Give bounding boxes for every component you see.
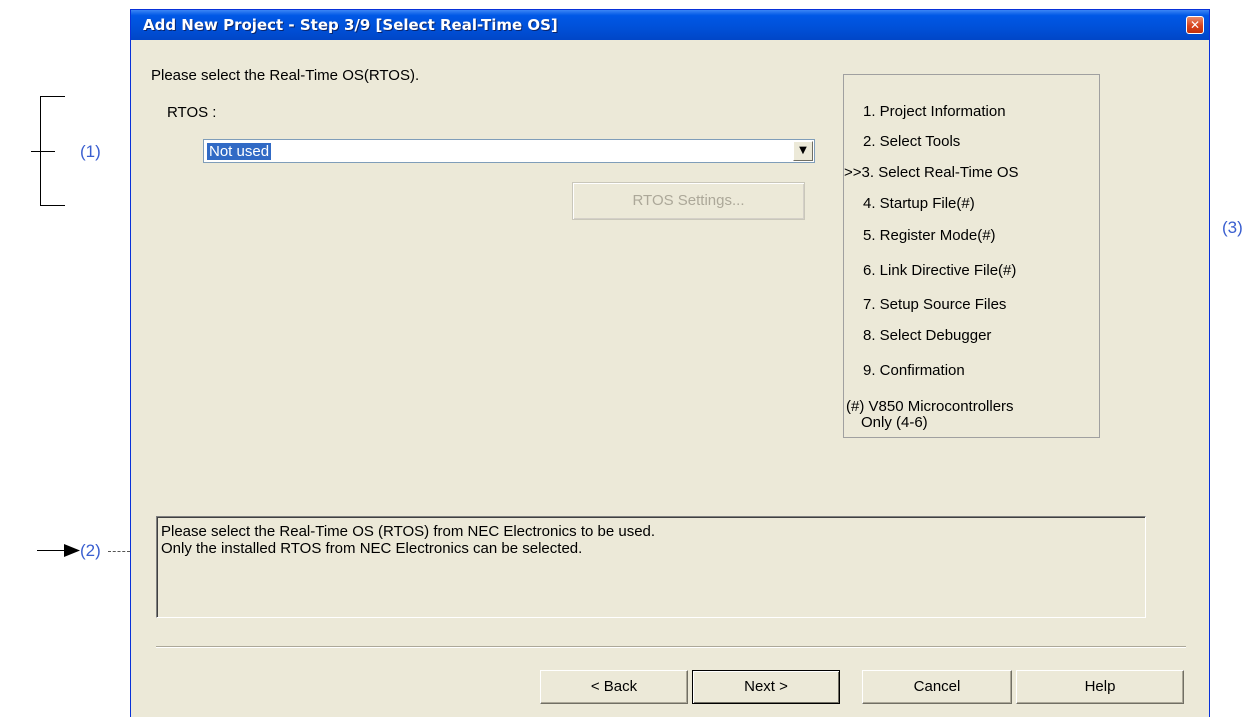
- description-line: Please select the Real-Time OS (RTOS) fr…: [161, 523, 656, 540]
- add-new-project-dialog: Add New Project - Step 3/9 [Select Real-…: [130, 9, 1210, 717]
- arrow-icon: [64, 544, 80, 557]
- title-bar[interactable]: Add New Project - Step 3/9 [Select Real-…: [131, 10, 1209, 40]
- annotation-label-3: (3): [1222, 218, 1243, 237]
- rtos-select-value: Not used: [207, 143, 272, 160]
- step-item: 7. Setup Source Files: [863, 296, 1007, 313]
- description-line: Only the installed RTOS from NEC Electro…: [161, 540, 583, 557]
- rtos-label: RTOS :: [167, 104, 217, 121]
- separator: [156, 646, 1186, 648]
- step-item: 8. Select Debugger: [863, 327, 992, 344]
- description-box: Please select the Real-Time OS (RTOS) fr…: [156, 516, 1146, 618]
- step-item: 9. Confirmation: [863, 362, 965, 379]
- steps-note-continued: Only (4-6): [861, 414, 928, 431]
- annotation-2-leader: [108, 551, 130, 552]
- close-button[interactable]: ✕: [1186, 16, 1204, 34]
- next-button[interactable]: Next >: [692, 670, 840, 704]
- step-item: 4. Startup File(#): [863, 195, 975, 212]
- screenshot-stage: (1) (2) (3) Add New Project - Step 3/9 […: [0, 0, 1254, 717]
- back-button[interactable]: < Back: [540, 670, 688, 704]
- step-item: 5. Register Mode(#): [863, 227, 996, 244]
- cancel-button[interactable]: Cancel: [862, 670, 1012, 704]
- help-button[interactable]: Help: [1016, 670, 1184, 704]
- wizard-steps-panel: 1. Project Information 2. Select Tools >…: [843, 74, 1100, 438]
- dialog-title: Add New Project - Step 3/9 [Select Real-…: [143, 16, 558, 34]
- rtos-dropdown-button[interactable]: ▼: [793, 141, 813, 161]
- rtos-settings-button[interactable]: RTOS Settings...: [572, 182, 805, 220]
- annotation-label-2: (2): [80, 541, 101, 560]
- step-item-current: >>3. Select Real-Time OS: [844, 164, 1019, 181]
- instruction-text: Please select the Real-Time OS(RTOS).: [151, 67, 420, 84]
- rtos-select[interactable]: Not used ▼: [203, 139, 815, 163]
- close-icon: ✕: [1189, 18, 1201, 32]
- step-item: 6. Link Directive File(#): [863, 262, 1017, 279]
- step-item: 2. Select Tools: [863, 133, 961, 150]
- step-item: 1. Project Information: [863, 103, 1006, 120]
- annotation-label-1: (1): [80, 142, 101, 161]
- chevron-down-icon: ▼: [799, 145, 807, 156]
